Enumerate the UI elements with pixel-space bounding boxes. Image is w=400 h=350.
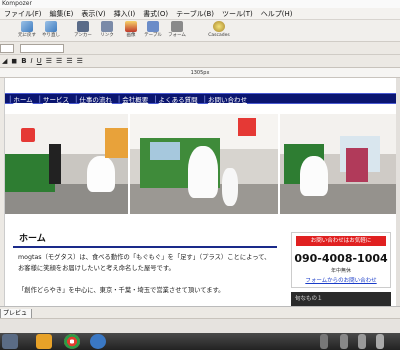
menu-help[interactable]: ヘルプ(H) xyxy=(261,9,293,19)
align-left-icon[interactable]: ☰ xyxy=(46,57,52,65)
window-title: Kompozer xyxy=(0,0,400,8)
image-button[interactable]: 画像 xyxy=(120,21,142,39)
nav-home[interactable]: ホーム xyxy=(13,94,32,104)
start-icon[interactable] xyxy=(2,334,18,349)
align-right-icon[interactable]: ☰ xyxy=(66,57,72,65)
main-content: ホーム mogtas（モグタス）は、食べる動作の「もぐもぐ」を「足す」（プラス）… xyxy=(13,228,285,306)
nav-faq[interactable]: よくある質問 xyxy=(159,94,198,104)
open-days: 年中無休 xyxy=(330,268,351,274)
banner-photo-2 xyxy=(130,114,280,214)
italic-button[interactable]: I xyxy=(31,57,33,65)
width-ruler: 1305px xyxy=(0,68,400,78)
folder-icon[interactable] xyxy=(36,334,52,349)
anchor-icon xyxy=(77,21,89,32)
table-button[interactable]: テーブル xyxy=(142,21,164,39)
menu-format[interactable]: 書式(O) xyxy=(143,9,168,19)
menu-tools[interactable]: ツール(T) xyxy=(222,9,253,19)
composition-toolbar: 元に戻す やり直し アンカー リンク 画像 テーブル フォーム Cascades xyxy=(0,20,400,42)
view-tabs: プレビュー xyxy=(0,306,400,326)
align-center-icon[interactable]: ☰ xyxy=(56,57,62,65)
font-select[interactable] xyxy=(20,44,64,53)
menu-view[interactable]: 表示(V) xyxy=(81,9,105,19)
side-box: 旬なもの１ xyxy=(291,292,391,306)
kompozer-icon[interactable] xyxy=(90,334,106,349)
contact-form-link[interactable]: フォームからのお問い合わせ xyxy=(292,276,390,284)
nav-services[interactable]: サービス xyxy=(43,94,69,104)
undo-icon xyxy=(21,21,33,32)
vertical-scrollbar[interactable] xyxy=(396,78,400,306)
section-title: ホーム xyxy=(13,228,277,248)
volume-icon[interactable] xyxy=(376,334,384,349)
os-taskbar xyxy=(0,333,400,350)
table-icon xyxy=(147,21,159,32)
contact-box: お問い合わせはお気軽に 090-4008-1004 年中無休 フォームからのお問… xyxy=(291,232,391,288)
menu-insert[interactable]: 挿入(I) xyxy=(114,9,136,19)
header-banner xyxy=(5,114,396,214)
ime-icon[interactable] xyxy=(340,334,348,349)
underline-button[interactable]: U xyxy=(37,57,42,65)
nav-company[interactable]: 会社概要 xyxy=(122,94,148,104)
font-size-icon[interactable]: ◢ xyxy=(2,57,7,65)
chrome-icon[interactable] xyxy=(64,334,80,349)
banner-photo-1 xyxy=(5,114,130,214)
menu-table[interactable]: テーブル(B) xyxy=(176,9,214,19)
status-bar xyxy=(0,318,400,333)
redo-button[interactable]: やり直し xyxy=(40,21,62,39)
width-label: 1305px xyxy=(190,70,210,76)
bold-button[interactable]: B xyxy=(21,57,26,65)
menu-edit[interactable]: 編集(E) xyxy=(50,9,74,19)
undo-button[interactable]: 元に戻す xyxy=(16,21,38,39)
contact-header: お問い合わせはお気軽に xyxy=(296,236,386,246)
paragraph-format-bar xyxy=(0,42,400,55)
network-icon[interactable] xyxy=(358,334,366,349)
kompozer-window: Kompozer ファイル(F) 編集(E) 表示(V) 挿入(I) 書式(O)… xyxy=(0,0,400,333)
color-icon[interactable]: ◼ xyxy=(11,57,17,65)
redo-icon xyxy=(45,21,57,32)
image-icon xyxy=(125,21,137,32)
text-format-bar: ◢ ◼ B I U ☰ ☰ ☰ ☰ xyxy=(0,55,400,68)
banner-photo-3 xyxy=(280,114,396,214)
tray-icon[interactable] xyxy=(320,334,328,349)
menu-file[interactable]: ファイル(F) xyxy=(4,9,42,19)
intro-paragraph: mogtas（モグタス）は、食べる動作の「もぐもぐ」を「足す」（プラス）ことによ… xyxy=(18,254,271,294)
link-button[interactable]: リンク xyxy=(96,21,118,39)
justify-icon[interactable]: ☰ xyxy=(77,57,83,65)
site-nav: | ホーム | サービス | 仕事の流れ | 会社概要 | よくある質問 | お… xyxy=(5,93,396,104)
form-button[interactable]: フォーム xyxy=(166,21,188,39)
phone-number: 090-4008-1004 xyxy=(294,252,388,265)
form-icon xyxy=(171,21,183,32)
link-icon xyxy=(101,21,113,32)
menu-bar: ファイル(F) 編集(E) 表示(V) 挿入(I) 書式(O) テーブル(B) … xyxy=(0,8,400,20)
nav-workflow[interactable]: 仕事の流れ xyxy=(79,94,112,104)
cascades-button[interactable]: Cascades xyxy=(206,21,232,39)
anchor-button[interactable]: アンカー xyxy=(72,21,94,39)
edit-canvas[interactable]: | ホーム | サービス | 仕事の流れ | 会社概要 | よくある質問 | お… xyxy=(4,78,396,306)
cascades-icon xyxy=(213,21,225,32)
nav-contact[interactable]: お問い合わせ xyxy=(208,94,247,104)
paragraph-style-select[interactable] xyxy=(0,44,14,53)
